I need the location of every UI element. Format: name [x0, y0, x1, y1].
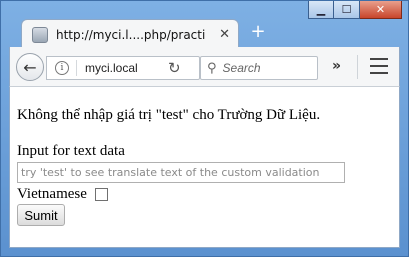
tab-active[interactable]: http://myci.l....php/practice ✕	[21, 19, 239, 49]
new-tab-button[interactable]: +	[247, 21, 269, 43]
url-text[interactable]: myci.local	[85, 61, 138, 75]
toolbar-separator	[357, 55, 358, 79]
text-data-input[interactable]: try 'test' to see translate text of the …	[17, 162, 345, 183]
back-button[interactable]: ←	[16, 53, 44, 81]
text-input-label: Input for text data	[17, 143, 125, 159]
navigation-toolbar: ← i myci.local ↻ ⚲ Search »	[9, 47, 400, 87]
info-icon[interactable]: i	[55, 61, 69, 75]
vietnamese-option: Vietnamese	[17, 186, 108, 203]
favicon-icon	[32, 26, 48, 43]
browser-window: ▁ ☐ ✕ http://myci.l....php/practice ✕ + …	[0, 0, 409, 257]
submit-button[interactable]: Sumit	[17, 204, 65, 226]
overflow-chevron-icon[interactable]: »	[332, 58, 341, 74]
page-content: Không thể nhập giá trị "test" cho Trường…	[9, 87, 400, 248]
url-separator	[76, 60, 77, 76]
tab-close-icon[interactable]: ✕	[219, 27, 230, 42]
search-placeholder: Search	[222, 61, 261, 75]
reload-icon[interactable]: ↻	[168, 59, 181, 77]
search-input[interactable]: ⚲ Search	[200, 56, 318, 80]
hamburger-menu-icon[interactable]	[370, 58, 388, 74]
tab-title: http://myci.l....php/practice	[56, 27, 206, 42]
vietnamese-checkbox[interactable]	[94, 188, 108, 201]
search-icon: ⚲	[207, 60, 217, 76]
vietnamese-label: Vietnamese	[17, 186, 87, 202]
validation-error-message: Không thể nhập giá trị "test" cho Trường…	[17, 107, 321, 123]
tab-strip: http://myci.l....php/practice ✕ +	[9, 15, 400, 49]
